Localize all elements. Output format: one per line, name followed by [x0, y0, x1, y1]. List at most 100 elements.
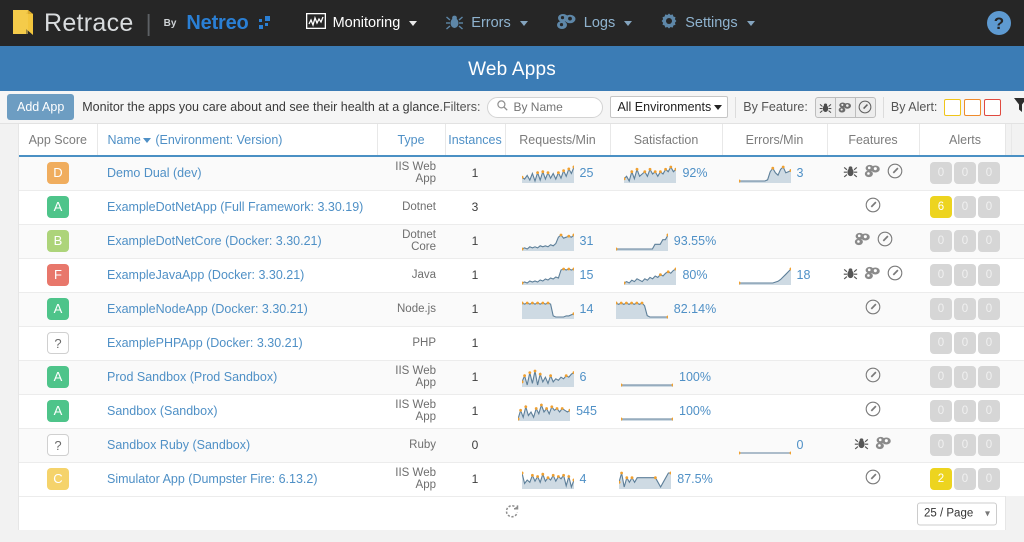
column-requests-min[interactable]: Requests/Min	[505, 124, 610, 156]
satisfaction[interactable]: 87.5%	[610, 462, 722, 496]
alert-filter-critical[interactable]	[984, 99, 1001, 116]
app-name-link[interactable]: Prod Sandbox (Prod Sandbox)	[107, 370, 277, 384]
row-actions-button[interactable]: ⋯	[1011, 360, 1024, 394]
column-errors-min[interactable]: Errors/Min	[722, 124, 827, 156]
row-actions-button[interactable]: ⋯	[1011, 292, 1024, 326]
app-name-link[interactable]: Sandbox Ruby (Sandbox)	[107, 438, 250, 452]
alert-badge-1[interactable]: 0	[954, 230, 976, 252]
alert-badge-0[interactable]: 0	[930, 332, 952, 354]
alert-badge-1[interactable]: 0	[954, 468, 976, 490]
alert-badge-2[interactable]: 0	[978, 230, 1000, 252]
help-circle-icon[interactable]: ?	[986, 10, 1012, 36]
gauge-icon[interactable]	[865, 197, 881, 218]
alert-badge-2[interactable]: 0	[978, 366, 1000, 388]
alert-badge-2[interactable]: 0	[978, 434, 1000, 456]
column-alerts[interactable]: Alerts	[919, 124, 1011, 156]
apm-feature-filter[interactable]	[855, 97, 876, 118]
logs-icon[interactable]	[875, 436, 892, 455]
alert-badge-0[interactable]: 2	[930, 468, 952, 490]
nav-item-logs[interactable]: Logs	[544, 7, 644, 40]
alert-filter-high[interactable]	[964, 99, 981, 116]
table-row[interactable]: AProd Sandbox (Prod Sandbox)IIS Web App1…	[19, 360, 1024, 394]
requests-per-min[interactable]: 31	[505, 224, 610, 258]
alert-badge-0[interactable]: 0	[930, 162, 952, 184]
refresh-icon[interactable]	[505, 504, 520, 524]
alert-badge-1[interactable]: 0	[954, 162, 976, 184]
logs-icon[interactable]	[854, 232, 871, 251]
alert-badge-0[interactable]: 0	[930, 400, 952, 422]
errors-feature-filter[interactable]	[815, 97, 836, 118]
app-name-cell[interactable]: ExampleJavaApp (Docker: 3.30.21)	[97, 258, 377, 292]
alert-badge-1[interactable]: 0	[954, 366, 976, 388]
app-name-cell[interactable]: ExampleNodeApp (Docker: 3.30.21)	[97, 292, 377, 326]
bug-icon[interactable]	[854, 436, 869, 455]
app-name-cell[interactable]: Simulator App (Dumpster Fire: 6.13.2)	[97, 462, 377, 496]
satisfaction[interactable]: 80%	[610, 258, 722, 292]
search-box[interactable]	[487, 97, 603, 118]
alert-badge-0[interactable]: 0	[930, 366, 952, 388]
app-score-cell[interactable]: A	[19, 394, 97, 428]
app-score-cell[interactable]: ?	[19, 428, 97, 462]
gauge-icon[interactable]	[865, 401, 881, 422]
gauge-icon[interactable]	[877, 231, 893, 252]
requests-per-min[interactable]: 6	[505, 360, 610, 394]
requests-per-min[interactable]: 25	[505, 156, 610, 190]
table-row[interactable]: ASandbox (Sandbox)IIS Web App1545100%000…	[19, 394, 1024, 428]
row-actions-button[interactable]: ⋯	[1011, 258, 1024, 292]
satisfaction[interactable]: 100%	[610, 360, 722, 394]
app-name-cell[interactable]: Sandbox (Sandbox)	[97, 394, 377, 428]
app-name-cell[interactable]: Sandbox Ruby (Sandbox)	[97, 428, 377, 462]
gauge-icon[interactable]	[865, 367, 881, 388]
column-name[interactable]: Name (Environment: Version)	[97, 124, 377, 156]
alert-badge-1[interactable]: 0	[954, 434, 976, 456]
gauge-icon[interactable]	[865, 469, 881, 490]
app-score-cell[interactable]: B	[19, 224, 97, 258]
satisfaction[interactable]: 100%	[610, 394, 722, 428]
nav-item-errors[interactable]: Errors	[433, 7, 539, 40]
requests-per-min[interactable]: 545	[505, 394, 610, 428]
alert-badge-2[interactable]: 0	[978, 298, 1000, 320]
row-actions-button[interactable]: ⋯	[1011, 190, 1024, 224]
table-row[interactable]: ?ExamplePHPApp (Docker: 3.30.21)PHP1000⋯	[19, 326, 1024, 360]
alert-badge-1[interactable]: 0	[954, 298, 976, 320]
alert-badge-2[interactable]: 0	[978, 332, 1000, 354]
alert-badge-1[interactable]: 0	[954, 400, 976, 422]
brand-logo-group[interactable]: Retrace | By Netreo	[10, 8, 272, 38]
column-type[interactable]: Type	[377, 124, 445, 156]
table-row[interactable]: BExampleDotNetCore (Docker: 3.30.21)Dotn…	[19, 224, 1024, 258]
per-page-select[interactable]: 25 / Page ▾	[917, 502, 997, 525]
alert-badge-0[interactable]: 0	[930, 264, 952, 286]
column-app-score[interactable]: App Score	[19, 124, 97, 156]
app-name-link[interactable]: Demo Dual (dev)	[107, 166, 201, 180]
app-score-cell[interactable]: A	[19, 190, 97, 224]
gauge-icon[interactable]	[887, 265, 903, 286]
alert-badge-1[interactable]: 0	[954, 196, 976, 218]
app-name-link[interactable]: ExampleNodeApp (Docker: 3.30.21)	[107, 302, 308, 316]
add-app-button[interactable]: Add App	[7, 94, 74, 121]
alert-badge-2[interactable]: 0	[978, 468, 1000, 490]
requests-per-min[interactable]: 4	[505, 462, 610, 496]
bug-icon[interactable]	[843, 266, 858, 285]
column-satisfaction[interactable]: Satisfaction	[610, 124, 722, 156]
table-row[interactable]: DDemo Dual (dev)IIS Web App12592%3000⋯	[19, 156, 1024, 190]
logs-feature-filter[interactable]	[835, 97, 856, 118]
app-score-cell[interactable]: A	[19, 360, 97, 394]
row-actions-button[interactable]: ⋯	[1011, 156, 1024, 190]
app-score-cell[interactable]: A	[19, 292, 97, 326]
row-actions-button[interactable]: ⋯	[1011, 428, 1024, 462]
alert-badge-2[interactable]: 0	[978, 162, 1000, 184]
app-name-link[interactable]: ExampleDotNetCore (Docker: 3.30.21)	[107, 234, 322, 248]
alert-badge-0[interactable]: 0	[930, 434, 952, 456]
table-row[interactable]: AExampleDotNetApp (Full Framework: 3.30.…	[19, 190, 1024, 224]
app-score-cell[interactable]: ?	[19, 326, 97, 360]
logs-icon[interactable]	[864, 266, 881, 285]
column-features[interactable]: Features	[827, 124, 919, 156]
alert-badge-0[interactable]: 0	[930, 230, 952, 252]
row-actions-button[interactable]: ⋯	[1011, 326, 1024, 360]
app-name-link[interactable]: ExampleJavaApp (Docker: 3.30.21)	[107, 268, 304, 282]
requests-per-min[interactable]: 15	[505, 258, 610, 292]
app-score-cell[interactable]: F	[19, 258, 97, 292]
alert-badge-1[interactable]: 0	[954, 264, 976, 286]
alert-filter-warning[interactable]	[944, 99, 961, 116]
alert-badge-2[interactable]: 0	[978, 264, 1000, 286]
